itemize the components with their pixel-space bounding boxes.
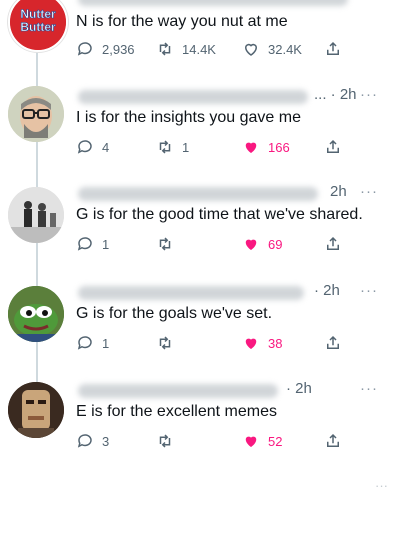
reply-count: 3	[102, 433, 110, 449]
reply-count: 1	[102, 335, 110, 351]
like-button[interactable]: 166	[242, 138, 290, 156]
retweet-icon	[159, 42, 171, 56]
glasses-man-avatar-icon	[8, 86, 64, 142]
reply-button[interactable]: 4	[76, 138, 109, 156]
retweet-icon	[159, 237, 171, 251]
like-button[interactable]: 52	[242, 432, 282, 450]
character-avatar-icon	[8, 382, 64, 438]
reply-button[interactable]: 3	[76, 432, 109, 450]
like-count: 166	[268, 139, 290, 155]
more-options-icon[interactable]: ···	[375, 478, 388, 493]
heart-filled-icon	[245, 239, 257, 250]
reply-button[interactable]: 1	[76, 334, 109, 352]
tweet-text: N is for the way you nut at me	[76, 13, 288, 30]
avatar[interactable]	[8, 286, 64, 342]
retweet-count: 1	[182, 139, 190, 155]
reply-icon	[77, 140, 92, 154]
share-icon	[327, 139, 339, 153]
reply-count: 1	[102, 236, 110, 252]
tweet-text: I is for the insights you gave me	[76, 109, 301, 126]
reply-button[interactable]: 2,936	[76, 40, 135, 58]
like-button[interactable]: 32.4K	[242, 40, 302, 58]
reply-button[interactable]: 1	[76, 235, 109, 253]
share-icon	[327, 41, 339, 55]
like-count: 69	[268, 236, 283, 252]
share-button[interactable]	[324, 235, 342, 253]
retweet-icon	[159, 336, 171, 350]
retweet-count: 14.4K	[182, 41, 216, 57]
svg-text:Nutter: Nutter	[20, 7, 56, 21]
tweet-header	[78, 0, 390, 8]
like-button[interactable]: 38	[242, 334, 282, 352]
reply-count: 2,936	[102, 41, 135, 57]
retweet-button[interactable]: 1	[156, 138, 189, 156]
tweet-actions: 1 38	[76, 334, 380, 354]
more-options-icon[interactable]: ···	[360, 282, 378, 299]
heart-filled-icon	[245, 338, 257, 349]
retweet-button[interactable]	[156, 235, 182, 253]
heart-filled-icon	[245, 142, 257, 153]
tweet-actions: 1 69	[76, 235, 380, 255]
blurred-username	[78, 187, 318, 201]
tweet[interactable]: · 2h ··· G is for the goals we've set. 1…	[0, 282, 400, 362]
tweet-header: ... · 2h ···	[78, 86, 390, 106]
svg-text:Butter: Butter	[20, 20, 56, 34]
tweet[interactable]: Nutter Butter N is for the way you nut a…	[0, 0, 400, 62]
vintage-photo-avatar-icon	[8, 187, 64, 243]
retweet-button[interactable]: 14.4K	[156, 40, 216, 58]
tweet-header: · 2h ···	[78, 380, 390, 400]
avatar[interactable]	[8, 382, 64, 438]
more-options-icon[interactable]: ···	[360, 183, 378, 200]
blurred-username	[78, 90, 308, 104]
tweet[interactable]: · 2h ··· E is for the excellent memes 3 …	[0, 380, 400, 460]
timestamp: · 2h	[286, 380, 312, 397]
retweet-icon	[159, 434, 171, 448]
reply-icon	[77, 237, 92, 251]
blurred-username	[78, 0, 348, 6]
tweet-text: G is for the good time that we've shared…	[76, 206, 363, 223]
reply-icon	[77, 42, 92, 56]
share-icon	[327, 335, 339, 349]
retweet-icon	[159, 140, 171, 154]
avatar[interactable]: Nutter Butter	[8, 0, 68, 52]
pepe-frog-avatar-icon	[8, 286, 64, 342]
avatar[interactable]	[8, 86, 64, 142]
reply-icon	[77, 434, 92, 448]
share-button[interactable]	[324, 138, 342, 156]
like-count: 32.4K	[268, 41, 302, 57]
tweet-header: 2h ···	[78, 183, 390, 203]
share-icon	[327, 236, 339, 250]
share-button[interactable]	[324, 40, 342, 58]
blurred-username	[78, 286, 304, 300]
heart-filled-icon	[245, 436, 257, 447]
tweet-text: G is for the goals we've set.	[76, 305, 273, 322]
like-button[interactable]: 69	[242, 235, 282, 253]
tweet[interactable]: 2h ··· G is for the good time that we've…	[0, 183, 400, 263]
more-options-icon[interactable]: ···	[360, 86, 378, 103]
tweet-header: · 2h ···	[78, 282, 390, 302]
timestamp: ... · 2h	[314, 86, 357, 103]
tweet-actions: 4 1 166	[76, 138, 380, 158]
share-button[interactable]	[324, 432, 342, 450]
reply-icon	[77, 336, 92, 350]
tweet-actions: 3 52	[76, 432, 380, 452]
tweet-text: E is for the excellent memes	[76, 403, 277, 420]
blurred-username	[78, 384, 278, 398]
heart-outline-icon	[244, 43, 258, 56]
timestamp: 2h	[330, 183, 347, 200]
like-count: 38	[268, 335, 283, 351]
avatar[interactable]	[8, 187, 64, 243]
retweet-button[interactable]	[156, 432, 182, 450]
share-icon	[327, 433, 339, 447]
tweet[interactable]: ... · 2h ··· I is for the insights you g…	[0, 86, 400, 166]
share-button[interactable]	[324, 334, 342, 352]
tweet-actions: 2,936 14.4K 32.4K	[76, 40, 380, 60]
nutter-butter-logo-icon: Nutter Butter	[10, 0, 66, 50]
like-count: 52	[268, 433, 283, 449]
timestamp: · 2h	[314, 282, 340, 299]
retweet-button[interactable]	[156, 334, 182, 352]
more-options-icon[interactable]: ···	[360, 380, 378, 397]
reply-count: 4	[102, 139, 110, 155]
